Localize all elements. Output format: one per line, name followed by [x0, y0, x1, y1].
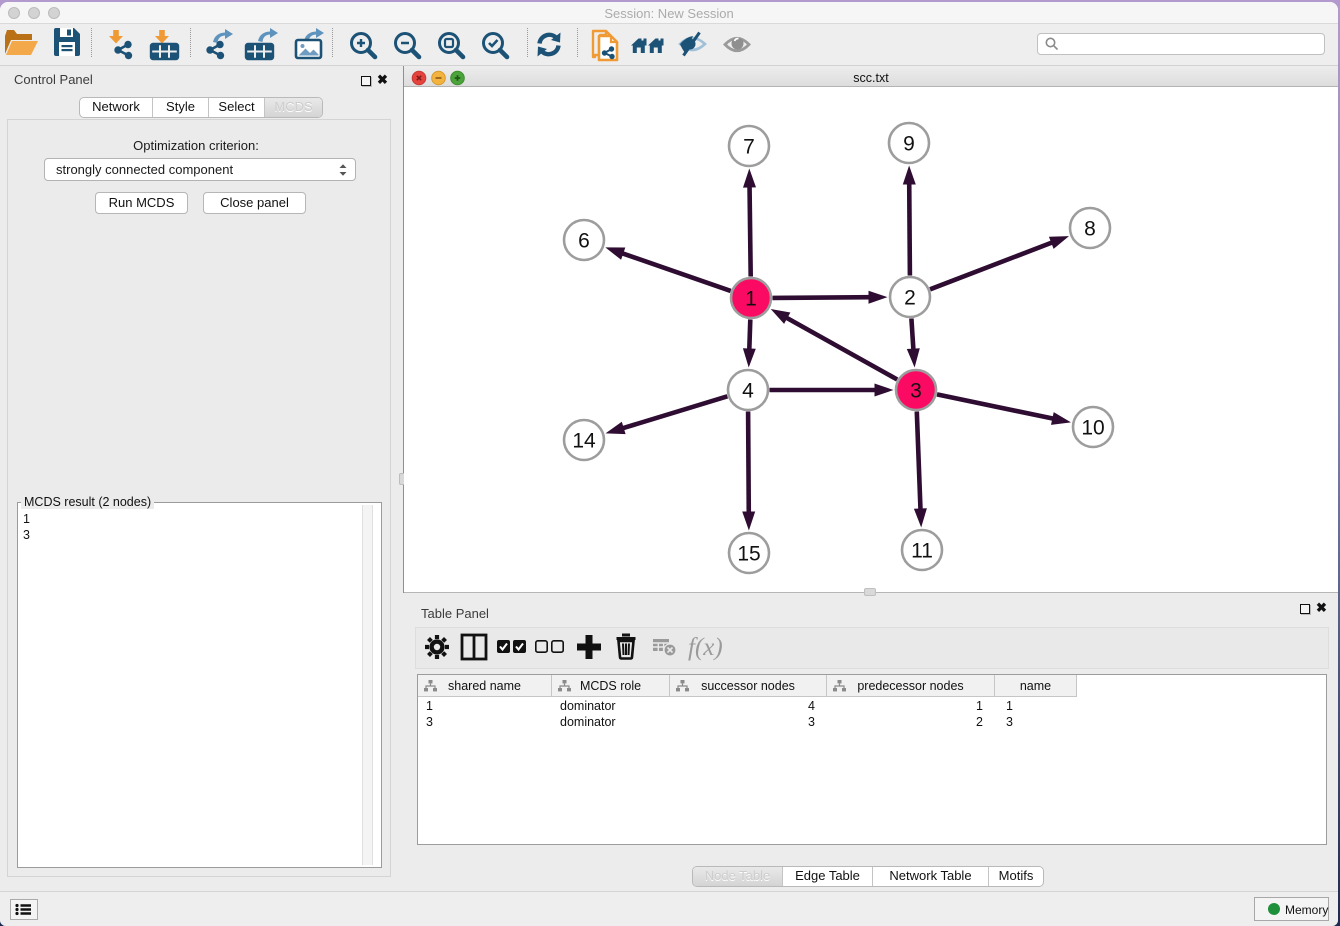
- svg-text:6: 6: [578, 230, 590, 253]
- svg-text:f(x): f(x): [688, 634, 723, 661]
- svg-text:9: 9: [903, 133, 915, 156]
- svg-text:15: 15: [737, 543, 760, 566]
- svg-text:8: 8: [1084, 218, 1096, 241]
- svg-text:14: 14: [572, 430, 596, 453]
- svg-text:2: 2: [904, 287, 916, 310]
- svg-text:7: 7: [743, 136, 755, 159]
- svg-text:3: 3: [910, 380, 922, 403]
- svg-text:1: 1: [745, 288, 757, 311]
- svg-text:10: 10: [1081, 417, 1104, 440]
- svg-text:4: 4: [742, 380, 754, 403]
- svg-text:11: 11: [911, 540, 933, 563]
